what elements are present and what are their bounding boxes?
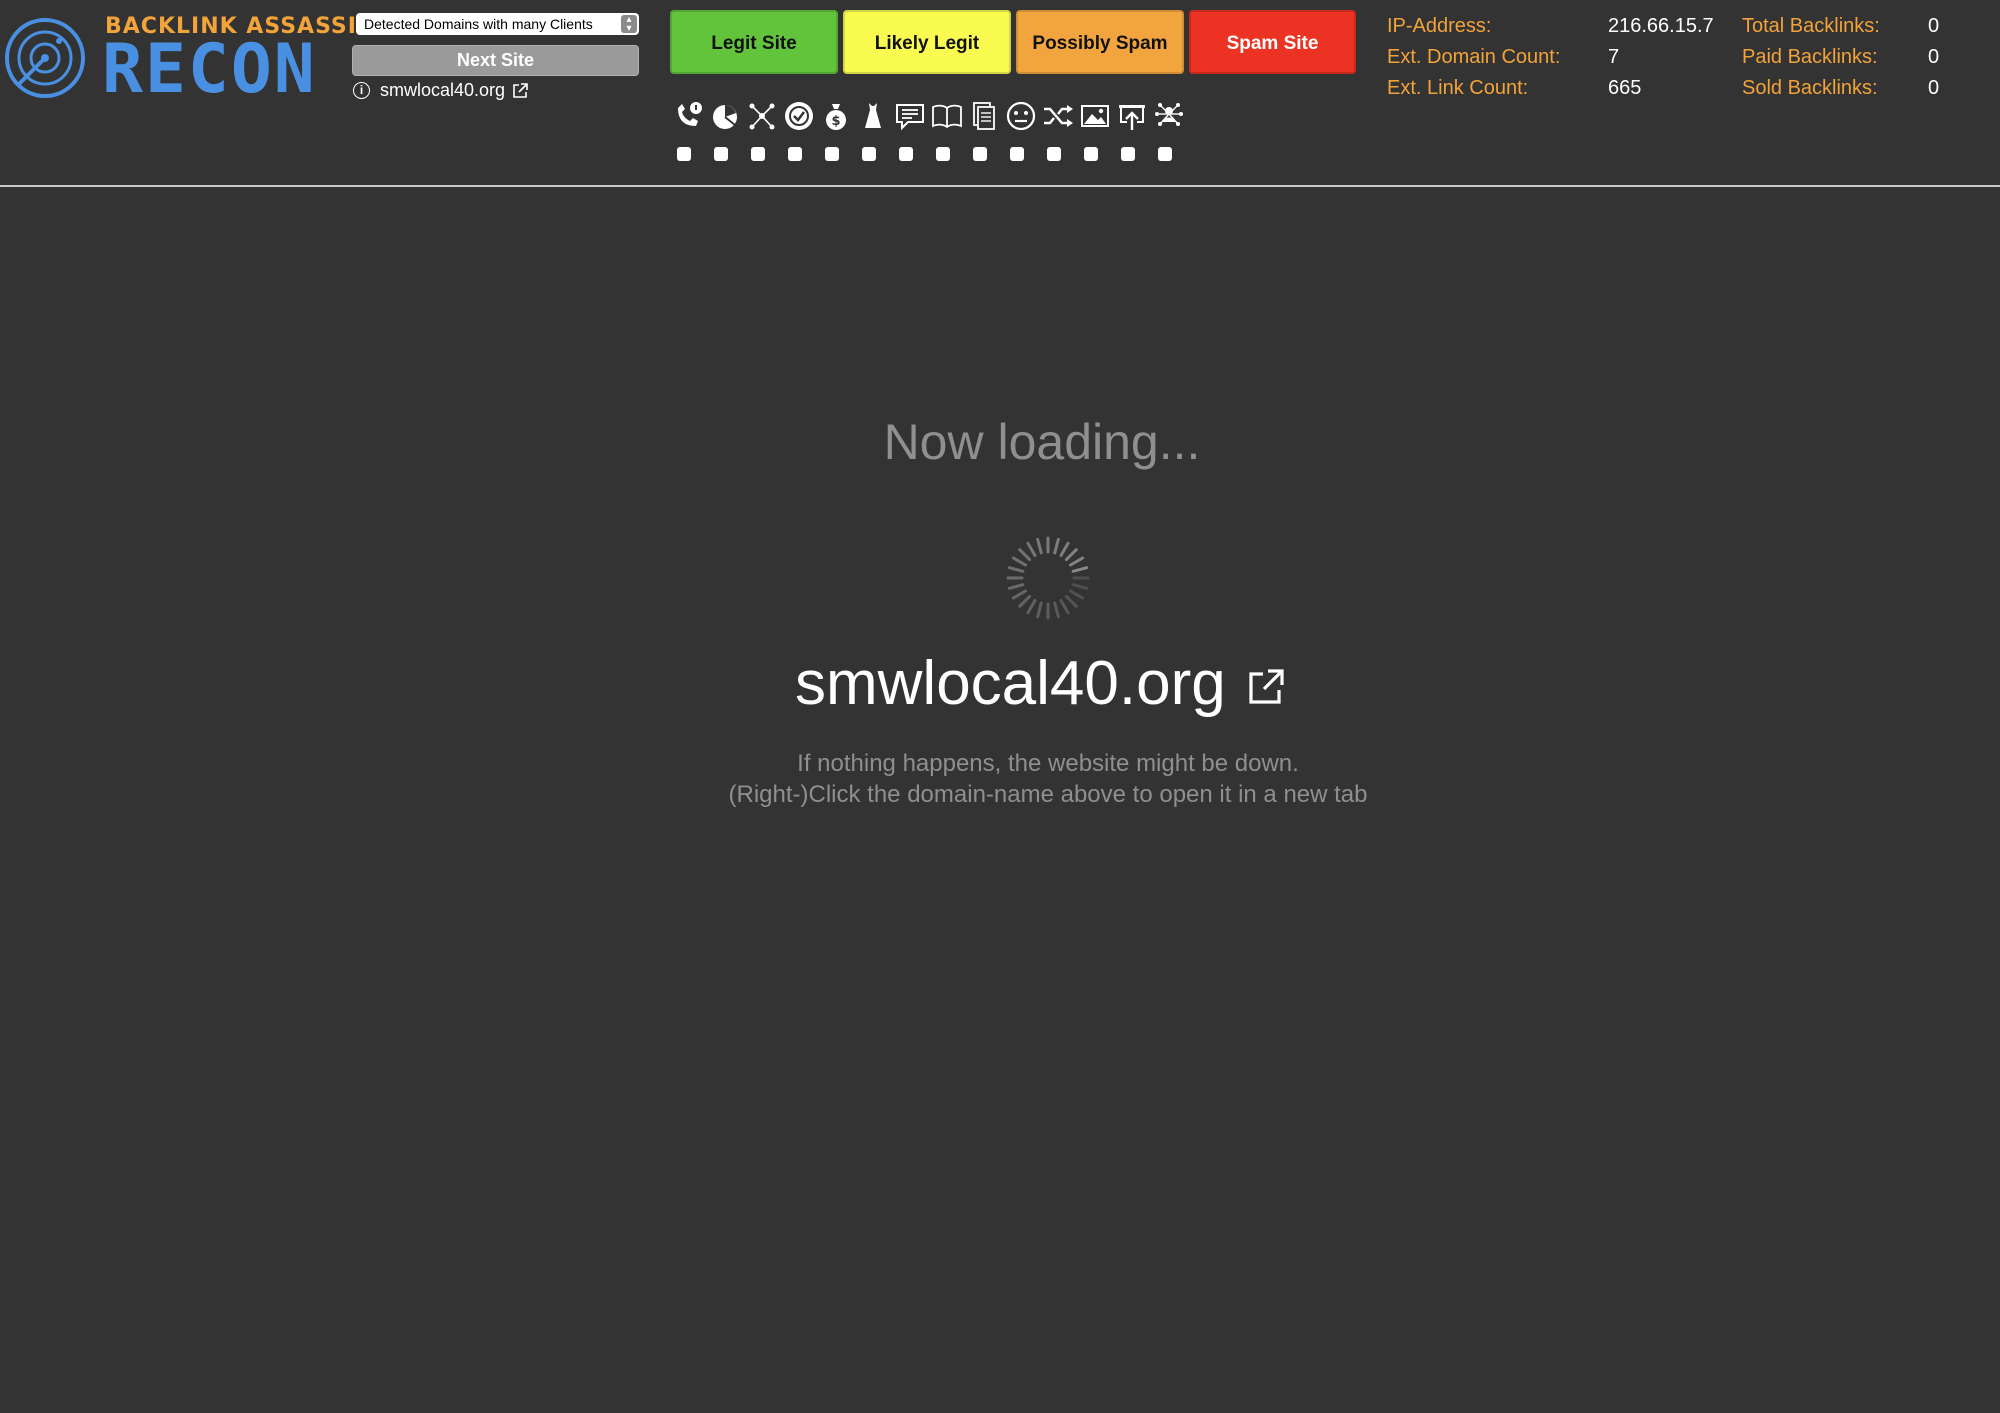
network-icon[interactable] [746, 100, 778, 132]
verified-badge-icon[interactable] [783, 100, 815, 132]
ext-link-count-value: 665 [1608, 77, 1642, 99]
comment-icon[interactable] [894, 100, 926, 132]
book-icon[interactable] [931, 100, 963, 132]
loading-title: Now loading... [883, 414, 1201, 470]
category-checkbox[interactable] [677, 147, 691, 161]
sold-backlinks-value: 0 [1928, 77, 1940, 99]
category-checkbox[interactable] [1047, 147, 1061, 161]
top-toolbar: BACKLINK ASSASSIN RECON Detected Domains… [0, 0, 2000, 185]
spam-site-button[interactable]: Spam Site [1189, 10, 1356, 74]
category-checkbox[interactable] [714, 147, 728, 161]
external-link-icon[interactable] [511, 82, 529, 100]
category-checkbox[interactable] [1010, 147, 1024, 161]
filter-select-value: Detected Domains with many Clients [364, 16, 593, 32]
upload-screen-icon[interactable] [1116, 100, 1148, 132]
paid-backlinks-label: Paid Backlinks: [1742, 46, 1878, 68]
pie-chart-icon[interactable] [709, 100, 741, 132]
category-checkbox[interactable] [788, 147, 802, 161]
money-bag-icon[interactable]: $ [820, 100, 852, 132]
category-checkbox[interactable] [899, 147, 913, 161]
document-icon[interactable] [968, 100, 1000, 132]
neutral-face-icon[interactable] [1005, 100, 1037, 132]
category-checkbox[interactable] [751, 147, 765, 161]
info-icon[interactable]: i [353, 82, 370, 99]
likely-legit-button[interactable]: Likely Legit [843, 10, 1011, 74]
category-checkbox[interactable] [1121, 147, 1135, 161]
network-person-icon[interactable] [1153, 100, 1185, 132]
image-icon[interactable] [1079, 100, 1111, 132]
current-domain-row: i smwlocal40.org [353, 80, 529, 101]
ext-domain-count-value: 7 [1608, 46, 1620, 68]
legit-site-button[interactable]: Legit Site [670, 10, 838, 74]
category-checkbox[interactable] [973, 147, 987, 161]
header-divider [0, 185, 2000, 187]
loading-hint-1: If nothing happens, the website might be… [797, 750, 1299, 777]
external-link-icon[interactable] [1246, 667, 1286, 707]
svg-text:$: $ [831, 114, 840, 129]
loading-domain-row: smwlocal40.org [795, 648, 1286, 719]
radar-logo-icon [5, 18, 85, 98]
dress-icon[interactable] [857, 100, 889, 132]
sold-backlinks-label: Sold Backlinks: [1742, 77, 1878, 99]
current-domain-link[interactable]: smwlocal40.org [380, 80, 505, 101]
shuffle-icon[interactable] [1042, 100, 1074, 132]
ip-address-label: IP-Address: [1387, 15, 1492, 37]
category-checkbox[interactable] [1084, 147, 1098, 161]
next-site-button[interactable]: Next Site [352, 45, 639, 76]
select-arrows-icon: ▴ ▾ [621, 15, 637, 34]
loading-hint-2: (Right-)Click the domain-name above to o… [728, 781, 1368, 808]
ext-domain-count-label: Ext. Domain Count: [1387, 46, 1561, 68]
possibly-spam-button[interactable]: Possibly Spam [1016, 10, 1184, 74]
loading-domain-link[interactable]: smwlocal40.org [795, 648, 1226, 719]
category-checkbox[interactable] [936, 147, 950, 161]
paid-backlinks-value: 0 [1928, 46, 1940, 68]
phone-info-icon[interactable] [672, 100, 704, 132]
brand-title: RECON [102, 30, 317, 109]
total-backlinks-label: Total Backlinks: [1742, 15, 1880, 37]
ext-link-count-label: Ext. Link Count: [1387, 77, 1529, 99]
category-checkbox[interactable] [825, 147, 839, 161]
ip-address-value: 216.66.15.7 [1608, 15, 1714, 37]
category-checkbox[interactable] [1158, 147, 1172, 161]
total-backlinks-value: 0 [1928, 15, 1940, 37]
loading-spinner-icon [1006, 536, 1090, 620]
filter-select[interactable]: Detected Domains with many Clients ▴ ▾ [356, 13, 639, 35]
category-checkbox[interactable] [862, 147, 876, 161]
